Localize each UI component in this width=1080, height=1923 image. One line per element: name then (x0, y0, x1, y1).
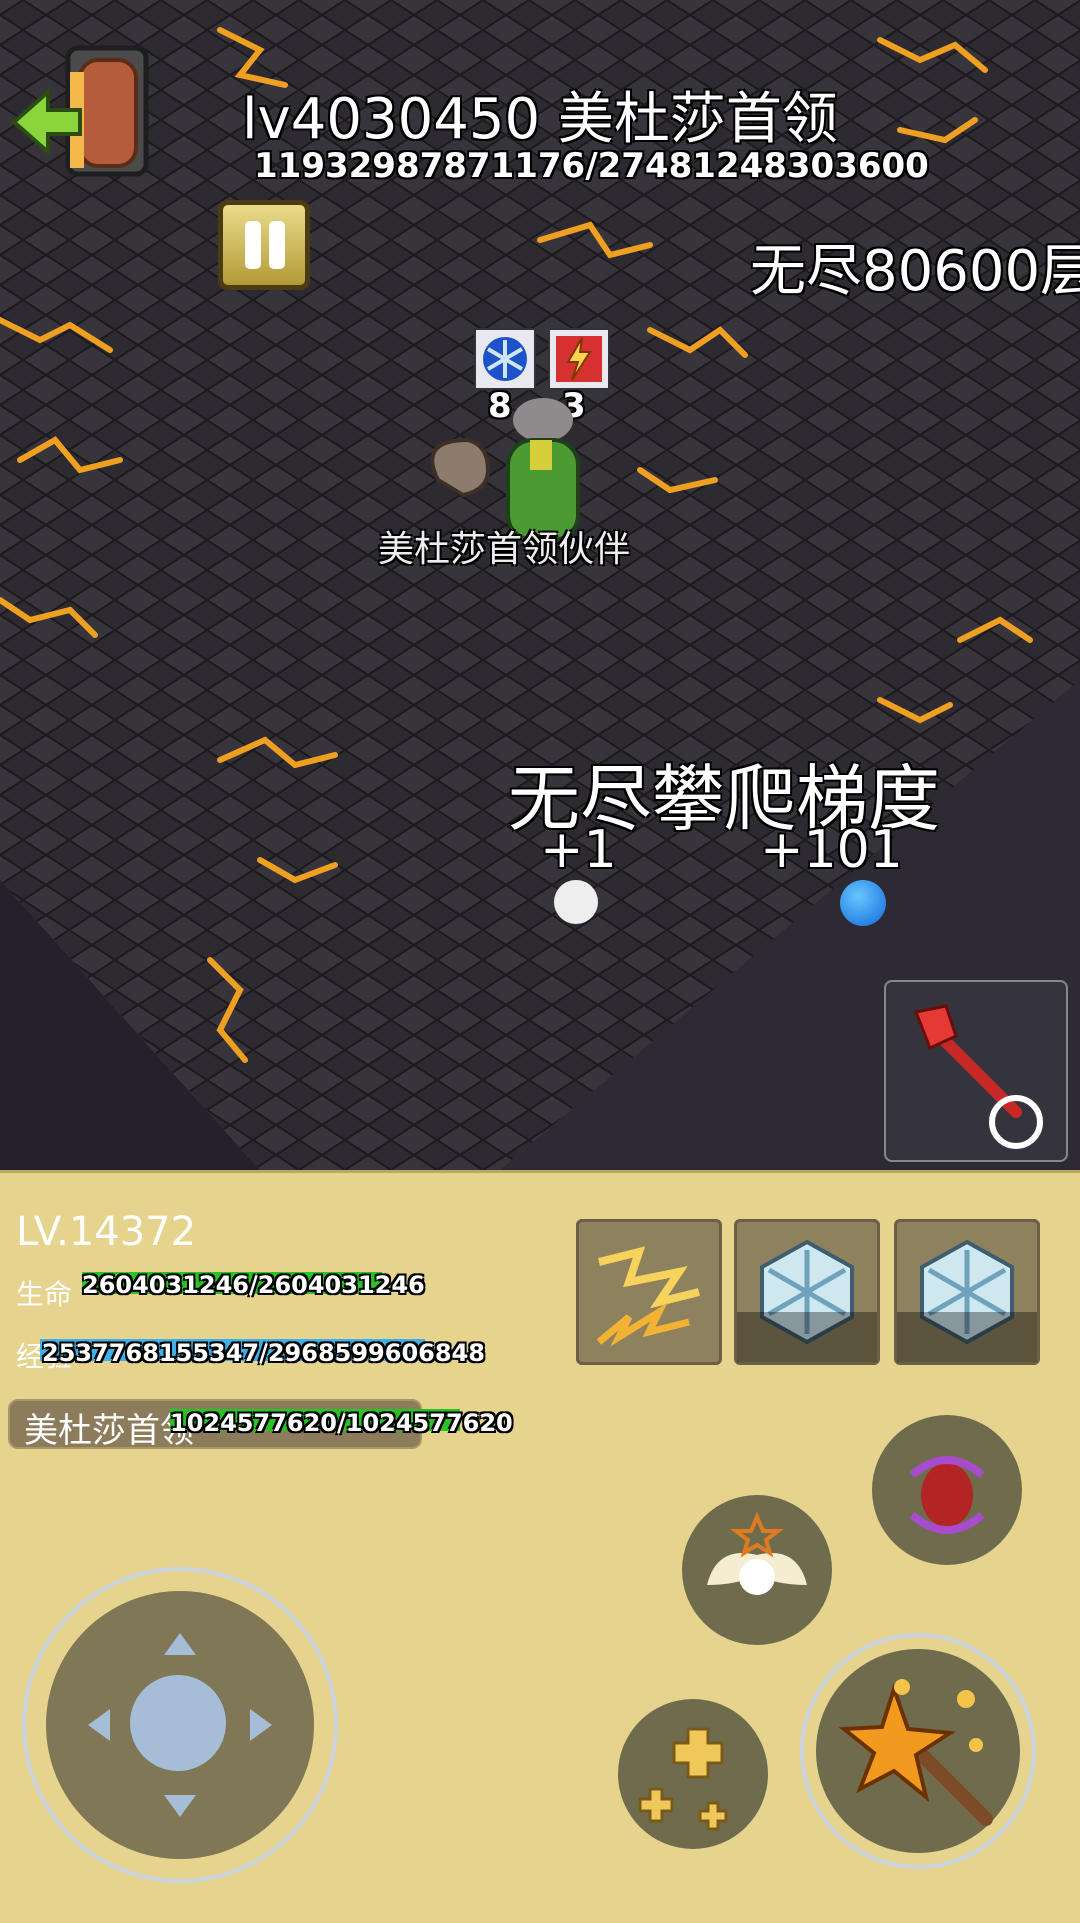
potion-icon (909, 1456, 985, 1534)
gradient-option-right-radio[interactable] (840, 880, 886, 926)
joystick-knob[interactable] (130, 1675, 226, 1771)
skill-slot-lightning[interactable] (576, 1219, 722, 1365)
crosses-skill-button[interactable] (618, 1699, 768, 1849)
gradient-option-left-radio[interactable] (554, 880, 598, 924)
pause-icon (245, 221, 261, 269)
gradient-option-left-label: +1 (540, 820, 617, 880)
skill-slot-ice[interactable] (894, 1219, 1040, 1365)
floor-label: 无尽80600层 (750, 239, 1080, 304)
skill-slot-ice[interactable] (734, 1219, 880, 1365)
snowflake-icon (760, 1239, 854, 1345)
game-scene: lv4030450 美杜莎首领 11932987871176/274812483… (0, 0, 1080, 1170)
gradient-option-right-label: +101 (760, 820, 903, 880)
potion-skill-button[interactable] (872, 1415, 1022, 1565)
staff-weapon-icon (913, 1004, 1043, 1149)
ally-name: 美杜莎首领 (24, 1411, 194, 1451)
snowflake-icon (920, 1239, 1014, 1345)
boss-title: lv4030450 美杜莎首领 (242, 87, 838, 152)
player-status-panel: LV.14372 生命 2604031246/2604031246 经验 253… (0, 1170, 1080, 1923)
lightning-icon (596, 1246, 700, 1347)
angel-wings-icon (707, 1511, 807, 1595)
companion-name: 美杜莎首领伙伴 (378, 529, 631, 570)
magic-wand-icon (838, 1679, 993, 1826)
attack-button[interactable] (816, 1649, 1020, 1853)
pause-button[interactable] (218, 200, 310, 290)
player-level: LV.14372 (16, 1209, 197, 1255)
weapon-swap-button[interactable] (884, 980, 1068, 1162)
boss-hp-value: 11932987871176/27481248303600 (254, 146, 929, 186)
pause-icon (269, 221, 285, 269)
exit-door-icon[interactable] (8, 36, 158, 186)
ally-hp-value: 1024577620/1024577620 (170, 1409, 513, 1437)
wings-skill-button[interactable] (682, 1495, 832, 1645)
player-exp-value: 2537768155347/2968599606848 (42, 1339, 485, 1367)
hp-label: 生命 (16, 1278, 73, 1311)
gold-crosses-icon (638, 1727, 728, 1831)
player-hp-value: 2604031246/2604031246 (82, 1271, 425, 1299)
